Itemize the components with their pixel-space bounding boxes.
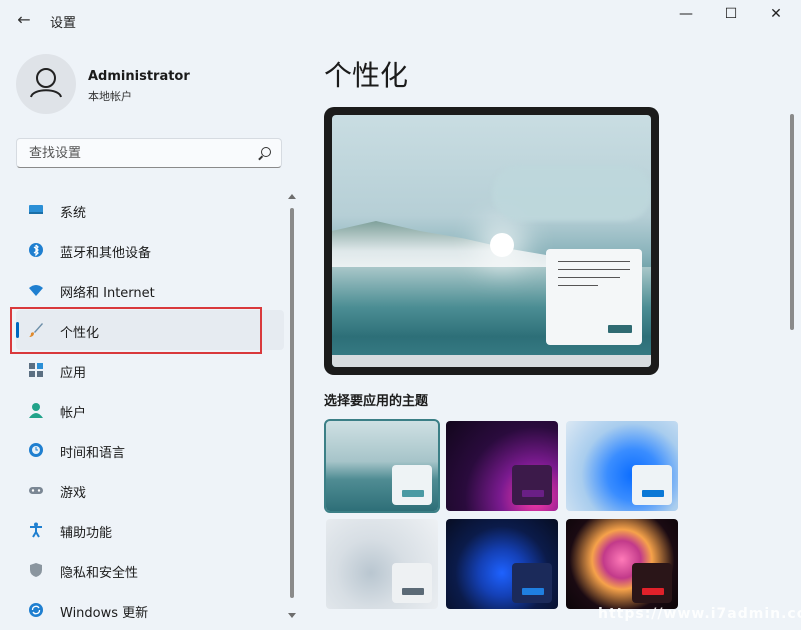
preview-wallpaper — [332, 115, 651, 367]
theme-window-swatch — [632, 465, 672, 505]
preview-line — [558, 269, 630, 270]
theme-tile-dark-glow[interactable] — [446, 421, 558, 511]
window-title: 设置 — [50, 16, 77, 31]
apps-icon — [29, 363, 43, 377]
wallpaper-hills — [332, 221, 552, 271]
sidebar-item-apps[interactable]: 应用 — [16, 350, 284, 390]
bluetooth-icon — [29, 243, 43, 257]
theme-window-swatch — [392, 465, 432, 505]
title-bar: ← 设置 — ☐ ✕ — [0, 0, 801, 40]
sidebar-item-gaming[interactable]: 游戏 — [16, 470, 284, 510]
avatar[interactable] — [16, 54, 76, 114]
sidebar-item-network[interactable]: 网络和 Internet — [16, 270, 284, 310]
system-icon — [29, 205, 43, 214]
scroll-thumb[interactable] — [290, 208, 294, 598]
theme-window-swatch — [632, 563, 672, 603]
preview-button — [608, 325, 632, 333]
maximize-button[interactable]: ☐ — [711, 4, 751, 24]
theme-tile-dark-captured-motion[interactable] — [566, 519, 678, 609]
person-icon — [29, 403, 43, 418]
theme-preview — [324, 107, 659, 375]
theme-accent-swatch — [522, 490, 544, 497]
preview-window — [546, 249, 642, 345]
sidebar-item-windows-update[interactable]: Windows 更新 — [16, 590, 284, 630]
blurred-region — [492, 165, 651, 221]
theme-accent-swatch — [642, 490, 664, 497]
preview-line — [558, 261, 630, 262]
sidebar-item-accounts[interactable]: 帐户 — [16, 390, 284, 430]
preview-line — [558, 285, 598, 286]
sidebar-item-bluetooth[interactable]: 蓝牙和其他设备 — [16, 230, 284, 270]
sidebar-scrollbar[interactable] — [286, 194, 298, 618]
main-scrollbar[interactable] — [789, 100, 795, 620]
search-box[interactable] — [16, 138, 282, 168]
page-title: 个性化 — [324, 59, 409, 92]
back-arrow-icon[interactable]: ← — [12, 8, 36, 32]
sidebar-item-system[interactable]: 系统 — [16, 190, 284, 230]
theme-tile-light-bloom[interactable] — [566, 421, 678, 511]
user-name: Administrator — [88, 69, 190, 84]
preview-line — [558, 277, 620, 278]
close-button[interactable]: ✕ — [756, 4, 796, 24]
sidebar-item-privacy[interactable]: 隐私和安全性 — [16, 550, 284, 590]
gamepad-icon — [29, 487, 43, 494]
scroll-down-icon[interactable] — [288, 613, 296, 618]
shield-icon — [30, 563, 42, 577]
theme-window-swatch — [512, 563, 552, 603]
wifi-icon — [29, 285, 43, 296]
theme-accent-swatch — [402, 490, 424, 497]
accessibility-icon — [30, 522, 42, 538]
update-icon — [29, 603, 43, 617]
theme-tile-light-flow[interactable] — [326, 519, 438, 609]
search-icon[interactable] — [261, 147, 271, 157]
theme-accent-swatch — [402, 588, 424, 595]
theme-tile-dark-bloom[interactable] — [446, 519, 558, 609]
theme-window-swatch — [512, 465, 552, 505]
search-input[interactable] — [27, 145, 251, 162]
wallpaper-sun — [490, 233, 514, 257]
account-type: 本地帐户 — [88, 90, 132, 103]
person-icon — [30, 68, 62, 98]
scroll-thumb[interactable] — [790, 114, 794, 330]
watermark-text: https://www.i7admin.com — [598, 606, 801, 622]
sidebar-nav: 系统 蓝牙和其他设备 网络和 Internet 个性化 应用 帐户 时间和语言 … — [16, 190, 284, 630]
theme-tile-light-lake[interactable] — [324, 419, 440, 513]
annotation-highlight-box — [10, 307, 262, 354]
preview-taskbar — [332, 355, 651, 367]
sidebar-item-time-language[interactable]: 时间和语言 — [16, 430, 284, 470]
theme-accent-swatch — [522, 588, 544, 595]
theme-accent-swatch — [642, 588, 664, 595]
minimize-button[interactable]: — — [666, 4, 706, 24]
clock-globe-icon — [29, 443, 43, 457]
themes-section-label: 选择要应用的主题 — [324, 394, 429, 409]
sidebar-item-accessibility[interactable]: 辅助功能 — [16, 510, 284, 550]
theme-window-swatch — [392, 563, 432, 603]
scroll-up-icon[interactable] — [288, 194, 296, 199]
